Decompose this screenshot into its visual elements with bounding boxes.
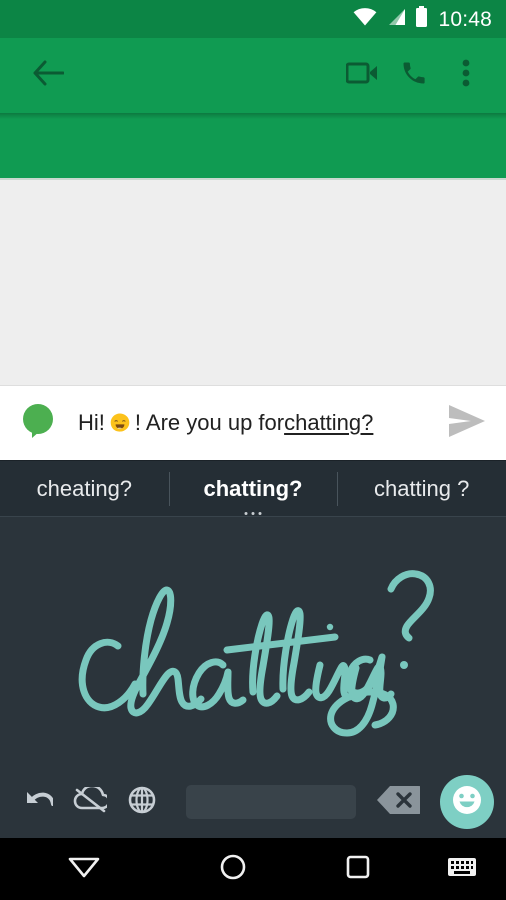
compose-text-composing: chatting?: [284, 409, 374, 435]
nav-recents-icon: [346, 855, 370, 884]
phone-screen: 10:48 Hi! ! Are you up for chatting? che…: [0, 0, 506, 900]
nav-home-icon: [220, 854, 246, 885]
status-bar: 10:48: [0, 0, 506, 38]
nav-keyboard-switch-button[interactable]: [418, 838, 506, 900]
suggestion-item-1[interactable]: chatting?: [168, 461, 338, 517]
speech-bubble-icon: [21, 403, 55, 444]
emoji-icon: [450, 783, 484, 822]
message-input[interactable]: Hi! ! Are you up for chatting?: [60, 410, 436, 436]
undo-button[interactable]: [12, 776, 64, 828]
suggestion-more-dots-icon[interactable]: [244, 511, 262, 515]
conversation-area[interactable]: [0, 180, 506, 385]
battery-icon: [415, 5, 428, 33]
undo-icon: [23, 787, 55, 818]
handwriting-ink: [78, 570, 434, 737]
overflow-menu-button[interactable]: [440, 50, 492, 102]
cellular-signal-icon: [386, 8, 406, 31]
nav-recents-button[interactable]: [298, 838, 418, 900]
video-call-button[interactable]: [336, 50, 388, 102]
action-bar-shadow: [0, 113, 506, 119]
system-nav-bar: [0, 838, 506, 900]
suggestion-strip: cheating? chatting? chatting ?: [0, 460, 506, 516]
smiling-blob-emoji: [108, 411, 132, 435]
videocam-icon: [345, 61, 378, 90]
call-button[interactable]: [388, 50, 440, 102]
nav-back-icon: [68, 856, 100, 883]
compose-text-middle: ! Are you up for: [134, 409, 285, 435]
nav-home-button[interactable]: [168, 838, 298, 900]
language-switch-button[interactable]: [116, 776, 168, 828]
compose-text-prefix: Hi!: [78, 409, 105, 435]
send-icon: [445, 403, 487, 444]
call-icon: [400, 59, 428, 92]
conversation-header-band: [0, 113, 506, 180]
nav-back-button[interactable]: [0, 838, 168, 900]
cloud-sync-off-button[interactable]: [64, 776, 116, 828]
backspace-icon: [376, 785, 432, 820]
suggestion-item-2[interactable]: chatting ?: [337, 461, 506, 517]
suggestion-label: chatting?: [203, 475, 303, 501]
suggestion-label: chatting ?: [373, 475, 470, 501]
emoji-keyboard-button[interactable]: [440, 775, 494, 829]
status-bar-clock: 10:48: [438, 7, 492, 31]
nav-keyboard-switch-icon: [447, 856, 477, 883]
sms-type-button[interactable]: [16, 401, 60, 445]
action-bar: [0, 38, 506, 113]
arrow-back-icon: [32, 60, 65, 91]
cloud-off-icon: [73, 784, 111, 818]
wifi-icon: [353, 7, 377, 31]
handwriting-canvas[interactable]: [0, 516, 506, 767]
spacebar-key[interactable]: [186, 785, 356, 819]
backspace-button[interactable]: [370, 776, 432, 828]
back-button[interactable]: [22, 50, 74, 102]
overflow-icon: [462, 59, 470, 92]
status-bar-icons: [353, 5, 428, 33]
suggestion-item-0[interactable]: cheating?: [0, 461, 169, 517]
keyboard-toolbar: [0, 766, 506, 838]
suggestion-label: cheating?: [36, 475, 133, 501]
send-button[interactable]: [436, 393, 496, 453]
globe-icon: [128, 786, 156, 819]
compose-bar: Hi! ! Are you up for chatting?: [0, 385, 506, 460]
